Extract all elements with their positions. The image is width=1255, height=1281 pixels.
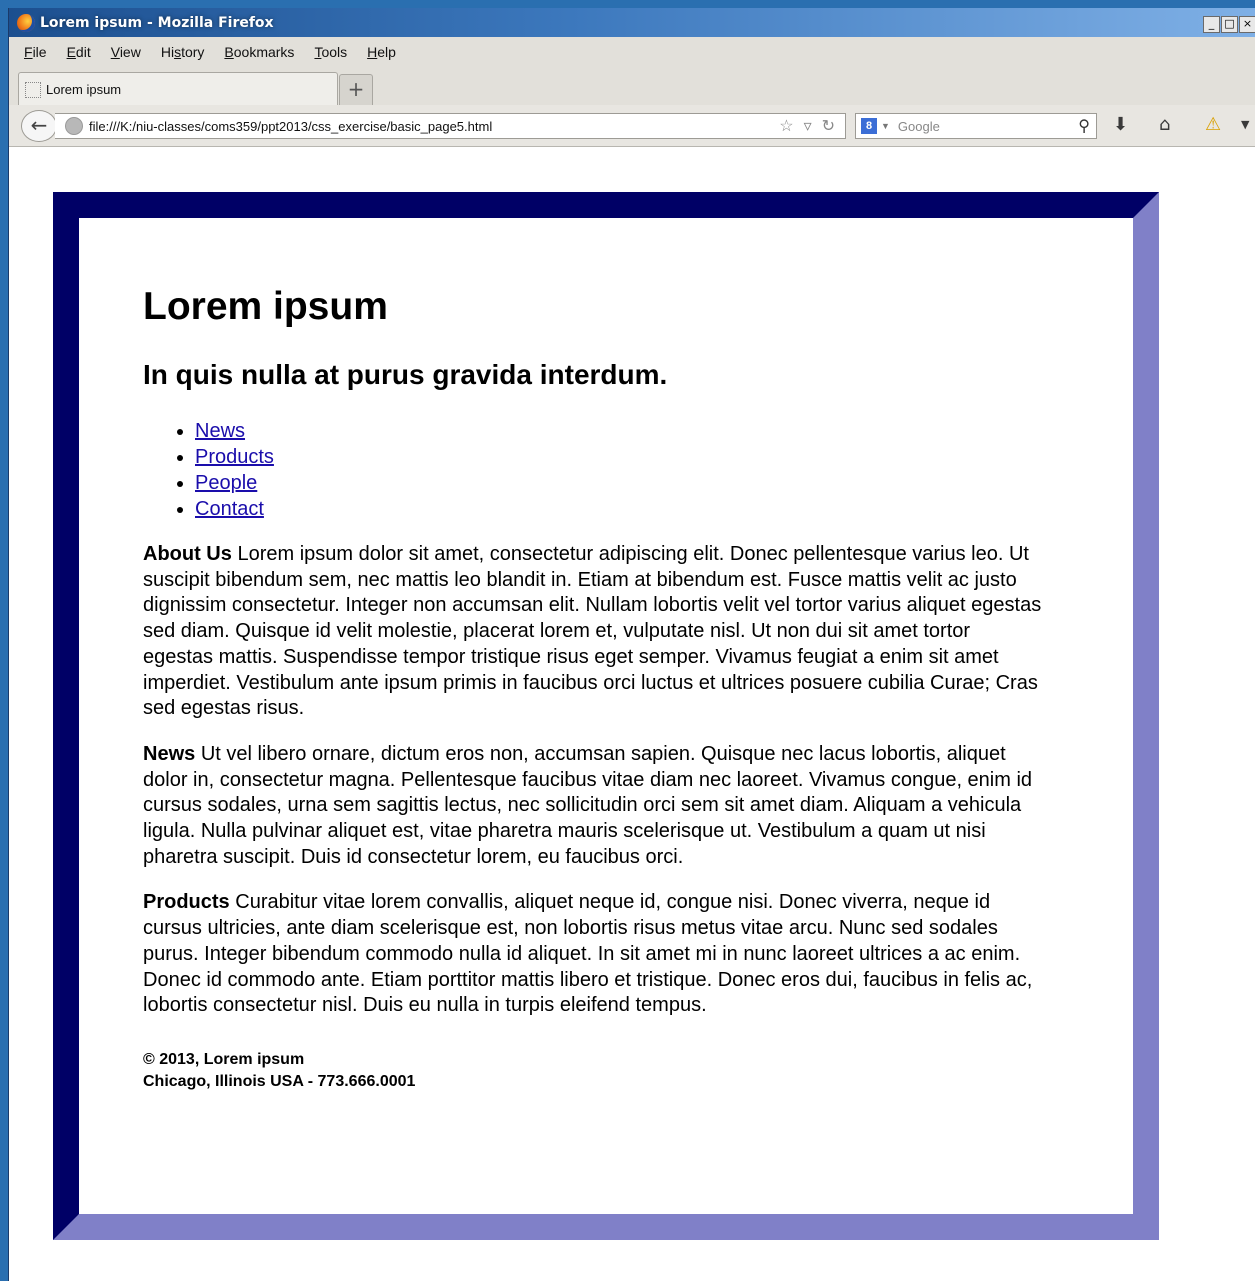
bookmark-star-icon[interactable]: ☆ <box>779 116 793 136</box>
link-products[interactable]: Products <box>195 446 274 468</box>
search-placeholder: Google <box>897 118 940 134</box>
section-products: Products Curabitur vitae lorem convallis… <box>143 890 1043 1019</box>
menu-edit[interactable]: Edit <box>67 44 91 60</box>
window-title: Lorem ipsum - Mozilla Firefox <box>40 14 274 31</box>
minimize-button[interactable]: _ <box>1203 16 1220 33</box>
page-subtitle: In quis nulla at purus gravida interdum. <box>143 359 668 390</box>
chevron-down-icon[interactable]: ▼ <box>1241 114 1249 136</box>
search-icon[interactable]: ⚲ <box>1078 116 1090 136</box>
footer-copyright: © 2013, Lorem ipsum <box>143 1050 305 1068</box>
footer-address: Chicago, Illinois USA - 773.666.0001 <box>143 1072 416 1090</box>
section-text: Ut vel libero ornare, dictum eros non, a… <box>143 742 1033 868</box>
list-item: Contact <box>195 496 1043 522</box>
warning-icon[interactable]: ⚠ <box>1205 114 1221 136</box>
window-controls: _ □ × <box>1202 16 1255 33</box>
maximize-button[interactable]: □ <box>1221 16 1238 33</box>
url-bar[interactable]: file:///K:/niu-classes/coms359/ppt2013/c… <box>55 113 846 139</box>
list-item: People <box>195 470 1043 496</box>
section-label: About Us <box>143 543 232 565</box>
search-engine-dropdown-icon[interactable]: ▼ <box>881 121 890 131</box>
list-item: News <box>195 418 1043 444</box>
back-button[interactable]: ← <box>21 110 57 142</box>
section-about-us: About Us Lorem ipsum dolor sit amet, con… <box>143 542 1043 722</box>
page-viewport: Lorem ipsum In quis nulla at purus gravi… <box>9 147 1255 1281</box>
reload-icon[interactable]: ↻ <box>822 116 835 136</box>
section-text: Curabitur vitae lorem convallis, aliquet… <box>143 891 1033 1017</box>
back-arrow-icon: ← <box>30 113 48 137</box>
tab-label: Lorem ipsum <box>46 82 122 97</box>
tab-lorem-ipsum[interactable]: Lorem ipsum <box>18 72 338 106</box>
menu-view[interactable]: View <box>111 44 141 60</box>
tab-strip: Lorem ipsum + <box>9 67 1255 106</box>
site-identity-icon[interactable] <box>65 117 83 135</box>
url-text: file:///K:/niu-classes/coms359/ppt2013/c… <box>89 118 493 134</box>
page-favicon-icon <box>25 81 41 98</box>
section-news: News Ut vel libero ornare, dictum eros n… <box>143 742 1043 871</box>
browser-window: Lorem ipsum - Mozilla Firefox _ □ × File… <box>8 8 1255 1281</box>
list-item: Products <box>195 444 1043 470</box>
home-icon[interactable]: ⌂ <box>1159 114 1170 136</box>
menu-bookmarks[interactable]: Bookmarks <box>224 44 294 60</box>
search-bar[interactable]: 8 ▼ Google ⚲ <box>855 113 1097 139</box>
page-footer: © 2013, Lorem ipsum Chicago, Illinois US… <box>143 1049 1043 1093</box>
menu-help[interactable]: Help <box>367 44 396 60</box>
new-tab-button[interactable]: + <box>339 74 373 105</box>
link-people[interactable]: People <box>195 472 257 494</box>
section-text: Lorem ipsum dolor sit amet, consectetur … <box>143 543 1042 720</box>
search-engine-icon[interactable]: 8 <box>861 118 877 134</box>
navigation-toolbar: ← file:///K:/niu-classes/coms359/ppt2013… <box>9 105 1255 147</box>
page-content: Lorem ipsum In quis nulla at purus gravi… <box>143 268 1043 1093</box>
download-icon[interactable]: ⬇ <box>1113 114 1128 136</box>
link-news[interactable]: News <box>195 420 245 442</box>
link-contact[interactable]: Contact <box>195 498 264 520</box>
section-label: Products <box>143 891 230 914</box>
url-history-dropdown-icon[interactable]: ▿ <box>804 116 812 136</box>
menu-history[interactable]: History <box>161 44 205 60</box>
page-frame: Lorem ipsum In quis nulla at purus gravi… <box>53 192 1159 1240</box>
menu-tools[interactable]: Tools <box>314 44 347 60</box>
section-label: News <box>143 742 196 765</box>
close-button[interactable]: × <box>1239 16 1255 33</box>
nav-link-list: News Products People Contact <box>143 418 1043 522</box>
menu-bar: File Edit View History Bookmarks Tools H… <box>9 37 1255 67</box>
title-bar: Lorem ipsum - Mozilla Firefox _ □ × <box>9 8 1255 37</box>
page-title: Lorem ipsum <box>143 285 388 328</box>
firefox-logo-icon <box>17 13 35 32</box>
menu-file[interactable]: File <box>24 44 47 60</box>
